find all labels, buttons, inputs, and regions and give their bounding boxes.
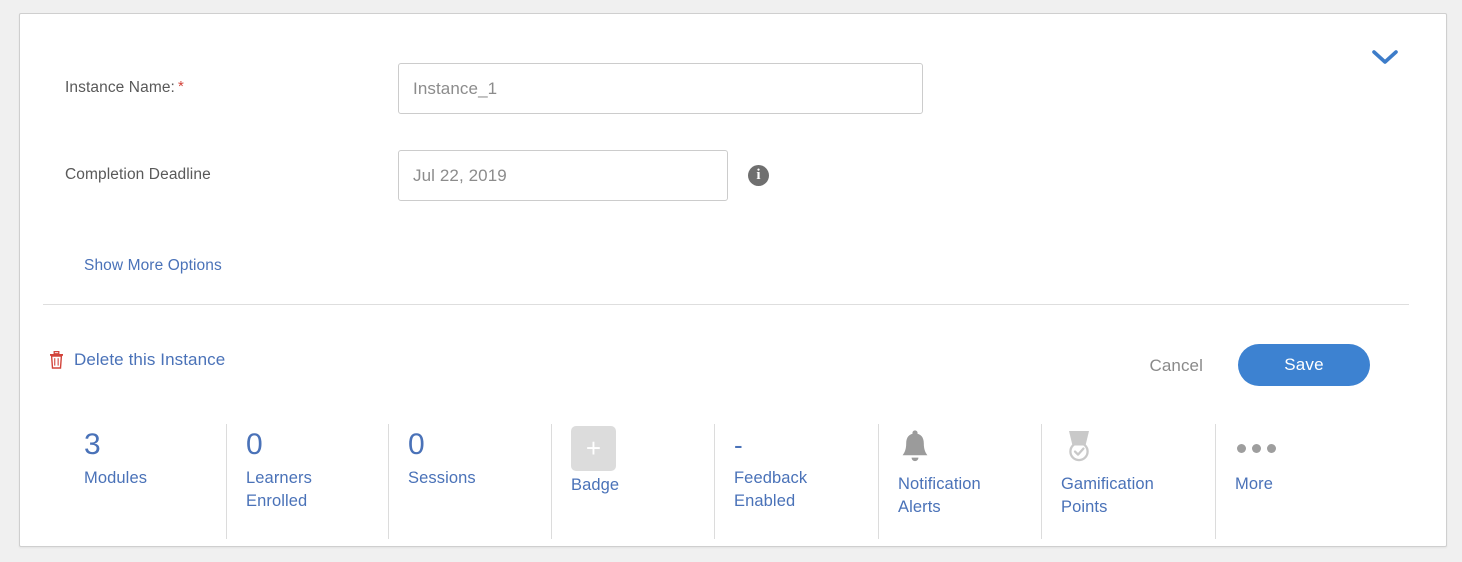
- stat-more[interactable]: More: [1215, 411, 1398, 539]
- chevron-down-icon: [1372, 49, 1398, 65]
- dot-3: [1267, 443, 1276, 453]
- trash-icon: [48, 350, 65, 370]
- stat-badge-label: Badge: [571, 476, 620, 494]
- instance-stats-bar: 3 Modules 0 Learners Enrolled 0 Sessions…: [64, 411, 1398, 539]
- completion-deadline-label: Completion Deadline: [65, 166, 211, 184]
- action-row: Delete this Instance Cancel Save: [20, 344, 1446, 404]
- section-divider: [43, 304, 1409, 305]
- delete-instance-button[interactable]: Delete this Instance: [48, 350, 225, 370]
- instance-name-input[interactable]: [398, 63, 923, 114]
- stat-feedback-enabled-value: -: [734, 430, 743, 460]
- bell-icon: [898, 426, 1041, 470]
- instance-name-label: Instance Name: *: [65, 79, 398, 98]
- stat-notification-alerts-label: Notification Alerts: [898, 475, 981, 516]
- medal-icon: [1061, 426, 1215, 470]
- stat-notification-alerts[interactable]: Notification Alerts: [878, 411, 1041, 539]
- stat-gamification-points-label: Gamification Points: [1061, 475, 1154, 516]
- show-more-options-link[interactable]: Show More Options: [84, 257, 222, 275]
- info-icon-glyph: i: [756, 167, 761, 183]
- delete-instance-label: Delete this Instance: [74, 350, 226, 369]
- dot-2: [1252, 443, 1261, 453]
- stat-modules-value: 3: [84, 428, 101, 461]
- dot-1: [1237, 443, 1246, 453]
- completion-deadline-row: Completion Deadline i: [65, 150, 769, 201]
- save-button[interactable]: Save: [1238, 344, 1370, 386]
- stat-feedback-enabled-label: Feedback Enabled: [734, 469, 808, 510]
- info-icon[interactable]: i: [748, 165, 769, 186]
- stat-learners-enrolled-value: 0: [246, 428, 263, 461]
- stat-gamification-points[interactable]: Gamification Points: [1041, 411, 1215, 539]
- instance-name-row: Instance Name: *: [65, 63, 923, 114]
- ellipsis-icon: [1235, 426, 1398, 470]
- plus-icon: +: [585, 432, 602, 463]
- stat-feedback-enabled[interactable]: - Feedback Enabled: [714, 411, 878, 539]
- stat-sessions-value: 0: [408, 428, 425, 461]
- stat-sessions-label: Sessions: [408, 469, 476, 487]
- cancel-button[interactable]: Cancel: [1141, 352, 1211, 380]
- page-root: Instance Name:* Completion Deadline i Sh…: [0, 0, 1462, 562]
- stat-learners-enrolled[interactable]: 0 Learners Enrolled: [226, 411, 388, 539]
- collapse-panel-button[interactable]: [1368, 40, 1402, 74]
- instance-settings-card: Instance Name:* Completion Deadline i Sh…: [19, 13, 1447, 547]
- stat-sessions[interactable]: 0 Sessions: [388, 411, 551, 539]
- add-badge-icon[interactable]: +: [571, 426, 616, 471]
- stat-learners-enrolled-label: Learners Enrolled: [246, 469, 312, 510]
- stat-modules[interactable]: 3 Modules: [64, 411, 226, 539]
- completion-deadline-input[interactable]: [398, 150, 728, 201]
- stat-badge[interactable]: + Badge: [551, 411, 714, 539]
- stat-more-label: More: [1235, 475, 1273, 493]
- required-asterisk: *: [177, 78, 184, 96]
- instance-name-label-text: Instance Name:: [65, 79, 175, 97]
- stat-modules-label: Modules: [84, 469, 148, 487]
